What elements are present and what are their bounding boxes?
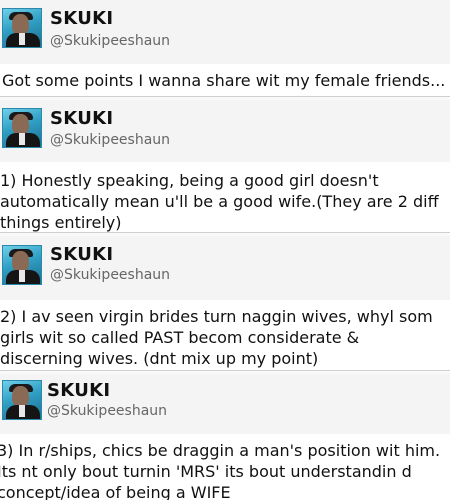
tweet-card[interactable]: SKUKI @Skukipeeshaun Got some points I w…: [0, 0, 450, 96]
user-handle[interactable]: @Skukipeeshaun: [47, 403, 167, 419]
tweet-text: Got some points I wanna share wit my fem…: [2, 71, 446, 90]
tweet-divider: [0, 232, 450, 233]
tweet-divider: [0, 96, 450, 97]
avatar[interactable]: [2, 108, 42, 148]
user-name[interactable]: SKUKI: [50, 108, 113, 129]
user-handle[interactable]: @Skukipeeshaun: [50, 267, 170, 283]
tweet-header: SKUKI @Skukipeeshaun: [0, 374, 450, 434]
tweet-header: SKUKI @Skukipeeshaun: [0, 100, 450, 162]
tweet-text: 3) In r/ships, chics be draggin a man's …: [0, 441, 441, 500]
user-name[interactable]: SKUKI: [50, 244, 113, 265]
avatar[interactable]: [2, 245, 42, 285]
user-handle[interactable]: @Skukipeeshaun: [50, 132, 170, 148]
tweet-card[interactable]: SKUKI @Skukipeeshaun 3) In r/ships, chic…: [0, 374, 450, 500]
avatar[interactable]: [2, 380, 42, 420]
user-handle[interactable]: @Skukipeeshaun: [50, 33, 170, 49]
tweet-card[interactable]: SKUKI @Skukipeeshaun 2) I av seen virgin…: [0, 236, 450, 370]
tweet-text: 2) I av seen virgin brides turn naggin w…: [0, 307, 433, 368]
avatar[interactable]: [2, 8, 42, 48]
tweet-header: SKUKI @Skukipeeshaun: [0, 0, 450, 64]
tweet-header: SKUKI @Skukipeeshaun: [0, 236, 450, 300]
tweet-divider: [0, 370, 450, 371]
user-name[interactable]: SKUKI: [50, 8, 113, 29]
tweet-text: 1) Honestly speaking, being a good girl …: [0, 171, 439, 232]
tweet-card[interactable]: SKUKI @Skukipeeshaun 1) Honestly speakin…: [0, 100, 450, 232]
user-name[interactable]: SKUKI: [47, 380, 110, 401]
